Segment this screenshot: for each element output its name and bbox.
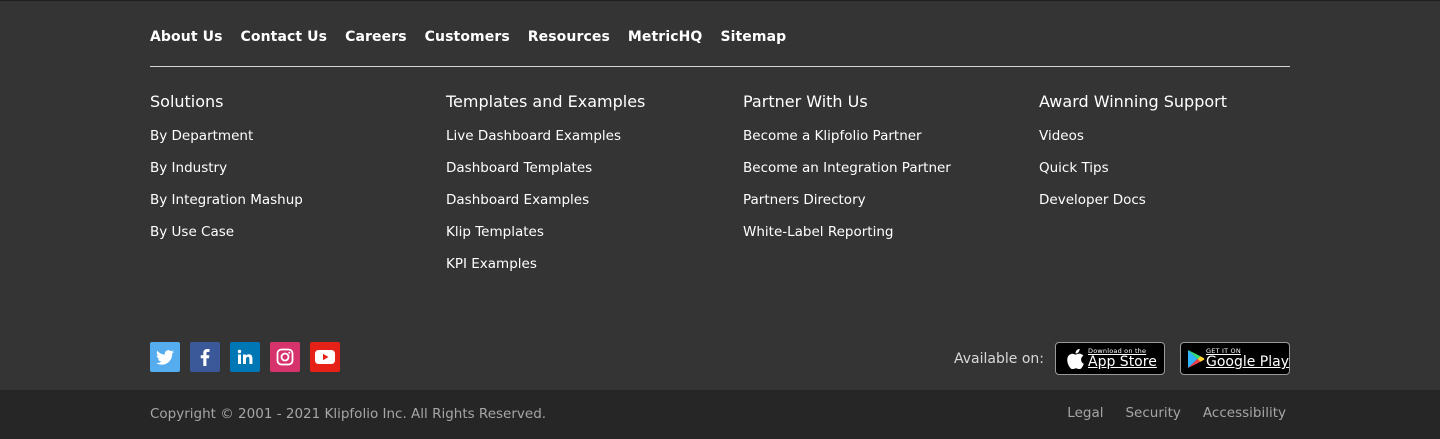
link-by-department[interactable]: By Department [150, 128, 303, 144]
link-accessibility[interactable]: Accessibility [1203, 404, 1286, 422]
link-become-klipfolio-partner[interactable]: Become a Klipfolio Partner [743, 128, 951, 144]
link-videos[interactable]: Videos [1039, 128, 1227, 144]
google-play-badge[interactable]: GET IT ON Google Play [1180, 342, 1290, 375]
link-by-integration-mashup[interactable]: By Integration Mashup [150, 192, 303, 208]
link-developer-docs[interactable]: Developer Docs [1039, 192, 1227, 208]
legal-links: Legal Security Accessibility [1067, 404, 1286, 422]
google-play-icon [1187, 349, 1206, 369]
app-store-badge[interactable]: Download on the App Store [1055, 342, 1165, 375]
top-nav: About Us Contact Us Careers Customers Re… [150, 28, 786, 46]
link-partners-directory[interactable]: Partners Directory [743, 192, 951, 208]
link-become-integration-partner[interactable]: Become an Integration Partner [743, 160, 951, 176]
link-by-industry[interactable]: By Industry [150, 160, 303, 176]
link-white-label-reporting[interactable]: White-Label Reporting [743, 224, 951, 240]
app-store-big-text: App Store [1088, 354, 1157, 371]
link-security[interactable]: Security [1125, 404, 1180, 422]
link-legal[interactable]: Legal [1067, 404, 1103, 422]
nav-resources[interactable]: Resources [528, 28, 610, 46]
top-border [0, 0, 1440, 1]
footer-column-partners: Partner With Us Become a Klipfolio Partn… [743, 92, 951, 256]
link-by-use-case[interactable]: By Use Case [150, 224, 303, 240]
footer-column-solutions: Solutions By Department By Industry By I… [150, 92, 303, 256]
column-heading: Solutions [150, 92, 224, 111]
linkedin-button[interactable] [230, 342, 260, 372]
twitter-button[interactable] [150, 342, 180, 372]
link-quick-tips[interactable]: Quick Tips [1039, 160, 1227, 176]
nav-sitemap[interactable]: Sitemap [720, 28, 786, 46]
youtube-icon [315, 350, 335, 364]
facebook-icon [200, 348, 210, 366]
youtube-button[interactable] [310, 342, 340, 372]
nav-metrichq[interactable]: MetricHQ [628, 28, 703, 46]
link-dashboard-templates[interactable]: Dashboard Templates [446, 160, 645, 176]
nav-about-us[interactable]: About Us [150, 28, 223, 46]
instagram-button[interactable] [270, 342, 300, 372]
column-heading: Partner With Us [743, 92, 868, 111]
facebook-button[interactable] [190, 342, 220, 372]
apple-icon [1062, 348, 1088, 369]
nav-customers[interactable]: Customers [425, 28, 510, 46]
available-on-label: Available on: [954, 351, 1044, 367]
copyright-text: Copyright © 2001 - 2021 Klipfolio Inc. A… [150, 406, 547, 422]
bottom-bar: Copyright © 2001 - 2021 Klipfolio Inc. A… [0, 390, 1440, 439]
link-live-dashboard-examples[interactable]: Live Dashboard Examples [446, 128, 645, 144]
footer-column-support: Award Winning Support Videos Quick Tips … [1039, 92, 1227, 224]
instagram-icon [276, 348, 294, 366]
link-dashboard-examples[interactable]: Dashboard Examples [446, 192, 645, 208]
nav-divider [150, 66, 1290, 67]
google-play-big-text: Google Play [1205, 354, 1289, 371]
link-klip-templates[interactable]: Klip Templates [446, 224, 645, 240]
twitter-icon [156, 349, 174, 365]
column-heading: Award Winning Support [1039, 92, 1227, 111]
social-links [150, 342, 340, 372]
nav-careers[interactable]: Careers [345, 28, 407, 46]
column-heading: Templates and Examples [446, 92, 646, 111]
link-kpi-examples[interactable]: KPI Examples [446, 256, 645, 272]
footer-column-templates: Templates and Examples Live Dashboard Ex… [446, 92, 645, 288]
linkedin-icon [237, 349, 253, 364]
nav-contact-us[interactable]: Contact Us [241, 28, 328, 46]
